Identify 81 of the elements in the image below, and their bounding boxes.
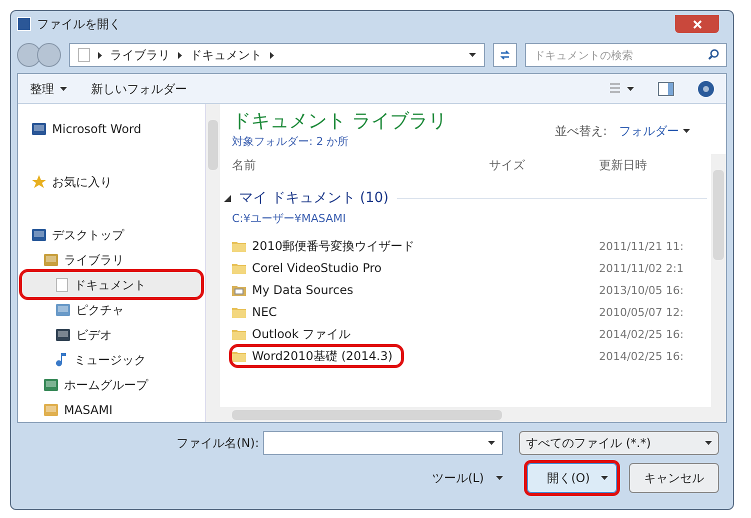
word-app-icon	[17, 17, 31, 31]
sidebar-item[interactable]: ドキュメント	[22, 272, 201, 297]
picture-icon	[56, 304, 70, 316]
folder-icon	[232, 240, 246, 252]
folder-icon	[232, 328, 246, 340]
video-icon	[56, 328, 70, 340]
caret-icon	[60, 86, 67, 90]
folder-icon	[232, 306, 246, 318]
breadcrumb-item[interactable]: ドキュメント	[190, 46, 262, 64]
breadcrumb-arrow-icon	[178, 52, 182, 58]
file-name-cell[interactable]: NEC	[232, 302, 285, 321]
date-cell-text: 2014/02/25 16:	[599, 348, 685, 364]
sort-label: 並べ替え:	[554, 123, 607, 140]
sidebar-item[interactable]: ビデオ	[22, 322, 201, 347]
file-name-label: ファイル名(N):	[176, 435, 259, 452]
new-folder-button[interactable]: 新しいフォルダー	[91, 80, 187, 98]
library-icon	[44, 254, 58, 266]
sidebar-item[interactable]: ピクチャ	[22, 297, 201, 322]
folder-icon	[232, 350, 246, 362]
column-header[interactable]: サイズ	[489, 156, 599, 174]
library-title: ドキュメント ライブラリ	[232, 110, 448, 134]
file-name-cell[interactable]: My Data Sources	[232, 280, 362, 299]
date-cell-text: 2013/10/05 16:	[599, 282, 685, 298]
breadcrumb-arrow-icon	[98, 52, 102, 58]
sidebar-item[interactable]: ライブラリ	[22, 247, 201, 272]
sidebar-item[interactable]: お気に入り	[22, 169, 201, 194]
file-name-cell[interactable]: Outlook ファイル	[232, 324, 359, 343]
view-icon[interactable]	[610, 82, 634, 94]
caret-icon	[601, 476, 608, 480]
date-cell-text: 2010/05/07 12:	[599, 304, 685, 320]
document-icon	[78, 48, 90, 62]
caret-icon	[469, 53, 476, 57]
collapse-arrow-icon[interactable]	[224, 195, 231, 202]
user-folder-icon	[44, 404, 58, 416]
sort-dropdown[interactable]: フォルダー	[619, 122, 690, 140]
date-cell-text: 2011/11/21 11:	[599, 238, 685, 254]
homegroup-icon	[44, 378, 58, 390]
close-button[interactable]	[675, 15, 719, 33]
search-field[interactable]: ドキュメントの検索	[525, 43, 727, 67]
sidebar-item[interactable]: ホームグループ	[22, 372, 201, 397]
caret-icon	[488, 441, 495, 445]
refresh-button[interactable]	[493, 43, 517, 67]
search-icon	[708, 49, 719, 60]
file-name-cell[interactable]: 2010郵便番号変換ウイザード	[232, 236, 423, 255]
folder-icon	[232, 262, 246, 274]
window-title: ファイルを開く	[37, 16, 122, 33]
sidebar-item[interactable]: MASAMI	[22, 397, 201, 422]
group-header[interactable]: マイ ドキュメント (10)	[239, 188, 389, 210]
help-icon[interactable]	[698, 80, 714, 96]
library-subtitle: 対象フォルダー: 2 か所	[232, 134, 350, 150]
refresh-icon	[499, 49, 511, 61]
document-icon	[56, 278, 68, 292]
organize-button[interactable]: 整理	[30, 80, 67, 98]
cancel-button[interactable]: キャンセル	[629, 463, 719, 493]
file-name-cell[interactable]: Corel VideoStudio Pro	[232, 258, 390, 277]
date-cell-text: 2011/11/02 2:1	[599, 260, 685, 276]
music-note-icon	[56, 352, 68, 366]
breadcrumb-item[interactable]: ライブラリ	[110, 46, 170, 64]
caret-icon	[705, 441, 712, 445]
open-button[interactable]: 開く(O)	[527, 463, 617, 493]
group-path: C:¥ユーザー¥MASAMI	[231, 211, 347, 228]
sidebar-item[interactable]: ミュージック	[22, 347, 201, 372]
file-type-dropdown[interactable]: すべてのファイル (*.*)	[519, 431, 719, 455]
caret-icon	[496, 476, 503, 480]
sidebar-item[interactable]: Microsoft Word	[22, 116, 201, 141]
column-header[interactable]: 名前	[232, 156, 489, 174]
file-name-field[interactable]	[263, 431, 503, 455]
preview-pane-icon[interactable]	[658, 82, 674, 96]
tools-button[interactable]: ツール(L)	[432, 469, 503, 487]
caret-icon	[683, 129, 690, 133]
column-header[interactable]: 更新日時	[599, 156, 699, 174]
address-bar[interactable]: ライブラリ ドキュメント	[69, 43, 485, 67]
date-cell-text: 2014/02/25 16:	[599, 326, 685, 342]
word-icon	[32, 122, 46, 134]
sidebar-item[interactable]: デスクトップ	[22, 222, 201, 247]
breadcrumb-arrow-icon	[270, 52, 274, 58]
database-folder-icon	[232, 284, 246, 296]
desktop-icon	[32, 228, 46, 240]
close-icon	[692, 20, 702, 28]
file-name-cell[interactable]: Word2010基礎 (2014.3)	[232, 346, 401, 365]
star-icon	[32, 174, 46, 188]
